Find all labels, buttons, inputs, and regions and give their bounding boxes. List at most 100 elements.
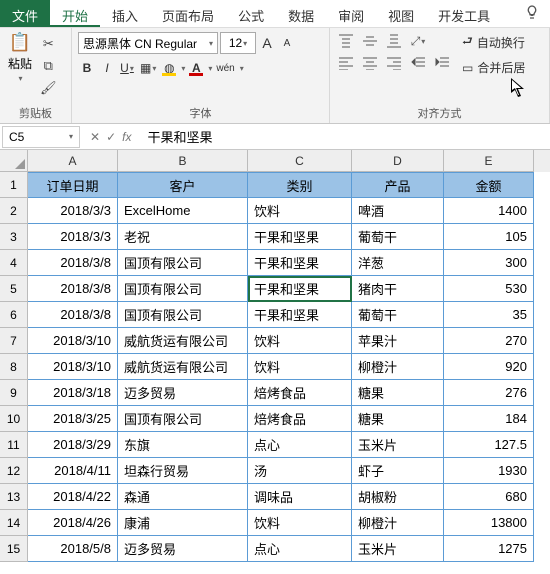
name-box[interactable]: C5▾	[2, 126, 80, 148]
data-cell[interactable]: 920	[444, 354, 534, 380]
data-cell[interactable]: 坦森行贸易	[118, 458, 248, 484]
data-cell[interactable]: 猪肉干	[352, 276, 444, 302]
row-header[interactable]: 14	[0, 510, 28, 536]
phonetic-button[interactable]: wén	[214, 58, 236, 78]
data-cell[interactable]: 点心	[248, 432, 352, 458]
data-cell[interactable]: 184	[444, 406, 534, 432]
row-header[interactable]: 3	[0, 224, 28, 250]
data-cell[interactable]: 饮料	[248, 198, 352, 224]
data-cell[interactable]: 2018/4/26	[28, 510, 118, 536]
data-cell[interactable]: 玉米片	[352, 432, 444, 458]
increase-indent-button[interactable]	[432, 54, 452, 72]
data-cell[interactable]: 13800	[444, 510, 534, 536]
data-cell[interactable]: 洋葱	[352, 250, 444, 276]
data-cell[interactable]: 127.5	[444, 432, 534, 458]
header-cell[interactable]: 金额	[444, 172, 534, 198]
data-cell[interactable]: 葡萄干	[352, 302, 444, 328]
data-cell[interactable]: 柳橙汁	[352, 510, 444, 536]
tab-formulas[interactable]: 公式	[226, 0, 276, 27]
col-header-B[interactable]: B	[118, 150, 248, 172]
data-cell[interactable]: 威航货运有限公司	[118, 354, 248, 380]
merge-center-button[interactable]: ▭合并后居	[462, 59, 525, 76]
row-header[interactable]: 15	[0, 536, 28, 562]
data-cell[interactable]: 汤	[248, 458, 352, 484]
increase-font-button[interactable]: A	[258, 33, 276, 53]
data-cell[interactable]: 森通	[118, 484, 248, 510]
data-cell[interactable]: 105	[444, 224, 534, 250]
data-cell[interactable]: 葡萄干	[352, 224, 444, 250]
data-cell[interactable]: 干果和坚果	[248, 224, 352, 250]
tab-file[interactable]: 文件	[0, 0, 50, 27]
cut-button[interactable]: ✂	[38, 34, 59, 54]
data-cell[interactable]: 干果和坚果	[248, 302, 352, 328]
data-cell[interactable]: 胡椒粉	[352, 484, 444, 510]
fill-color-button[interactable]: ◍	[160, 58, 178, 78]
align-top-button[interactable]	[336, 32, 356, 50]
data-cell[interactable]: 干果和坚果	[248, 250, 352, 276]
data-cell[interactable]: 焙烤食品	[248, 406, 352, 432]
row-header[interactable]: 11	[0, 432, 28, 458]
underline-button[interactable]: U▾	[118, 58, 136, 78]
data-cell[interactable]: 糖果	[352, 406, 444, 432]
data-cell[interactable]: 276	[444, 380, 534, 406]
row-header[interactable]: 7	[0, 328, 28, 354]
data-cell[interactable]: 迈多贸易	[118, 536, 248, 562]
data-cell[interactable]: 威航货运有限公司	[118, 328, 248, 354]
row-header[interactable]: 9	[0, 380, 28, 406]
data-cell[interactable]: 2018/4/22	[28, 484, 118, 510]
enter-formula-button[interactable]: ✓	[106, 130, 116, 144]
data-cell[interactable]: 饮料	[248, 328, 352, 354]
data-cell[interactable]: 虾子	[352, 458, 444, 484]
tab-page-layout[interactable]: 页面布局	[150, 0, 226, 27]
data-cell[interactable]: 2018/3/8	[28, 302, 118, 328]
data-cell[interactable]: 2018/3/25	[28, 406, 118, 432]
row-header[interactable]: 8	[0, 354, 28, 380]
select-all-corner[interactable]	[0, 150, 28, 172]
header-cell[interactable]: 订单日期	[28, 172, 118, 198]
tab-home[interactable]: 开始	[50, 0, 100, 27]
tab-insert[interactable]: 插入	[100, 0, 150, 27]
data-cell[interactable]: 糖果	[352, 380, 444, 406]
data-cell[interactable]: 2018/4/11	[28, 458, 118, 484]
italic-button[interactable]: I	[98, 58, 116, 78]
data-cell[interactable]: 35	[444, 302, 534, 328]
align-left-button[interactable]	[336, 54, 356, 72]
data-cell[interactable]: 2018/3/18	[28, 380, 118, 406]
data-cell[interactable]: 1930	[444, 458, 534, 484]
data-cell[interactable]: 点心	[248, 536, 352, 562]
data-cell[interactable]: 干果和坚果	[248, 276, 352, 302]
decrease-font-button[interactable]: A	[278, 33, 296, 53]
tab-view[interactable]: 视图	[376, 0, 426, 27]
data-cell[interactable]: 2018/5/8	[28, 536, 118, 562]
row-header[interactable]: 1	[0, 172, 28, 198]
data-cell[interactable]: 饮料	[248, 354, 352, 380]
row-header[interactable]: 12	[0, 458, 28, 484]
copy-button[interactable]: ⧉	[38, 56, 59, 76]
cancel-formula-button[interactable]: ✕	[90, 130, 100, 144]
align-center-button[interactable]	[360, 54, 380, 72]
data-cell[interactable]: 玉米片	[352, 536, 444, 562]
data-cell[interactable]: 2018/3/3	[28, 198, 118, 224]
border-button[interactable]: ▦▾	[138, 58, 158, 78]
row-header[interactable]: 6	[0, 302, 28, 328]
decrease-indent-button[interactable]	[408, 54, 428, 72]
row-header[interactable]: 13	[0, 484, 28, 510]
data-cell[interactable]: 啤酒	[352, 198, 444, 224]
data-cell[interactable]: 苹果汁	[352, 328, 444, 354]
data-cell[interactable]: 2018/3/10	[28, 328, 118, 354]
align-right-button[interactable]	[384, 54, 404, 72]
font-color-button[interactable]: A	[187, 58, 205, 78]
data-cell[interactable]: 老祝	[118, 224, 248, 250]
orientation-button[interactable]: ⤢▾	[408, 32, 428, 50]
data-cell[interactable]: 270	[444, 328, 534, 354]
header-cell[interactable]: 产品	[352, 172, 444, 198]
data-cell[interactable]: 国顶有限公司	[118, 406, 248, 432]
row-header[interactable]: 4	[0, 250, 28, 276]
data-cell[interactable]: 300	[444, 250, 534, 276]
data-cell[interactable]: 1400	[444, 198, 534, 224]
data-cell[interactable]: 国顶有限公司	[118, 250, 248, 276]
font-size-select[interactable]: 12▾	[220, 32, 256, 54]
tab-developer[interactable]: 开发工具	[426, 0, 502, 27]
data-cell[interactable]: 康浦	[118, 510, 248, 536]
font-name-select[interactable]: 思源黑体 CN Regular▾	[78, 32, 218, 54]
